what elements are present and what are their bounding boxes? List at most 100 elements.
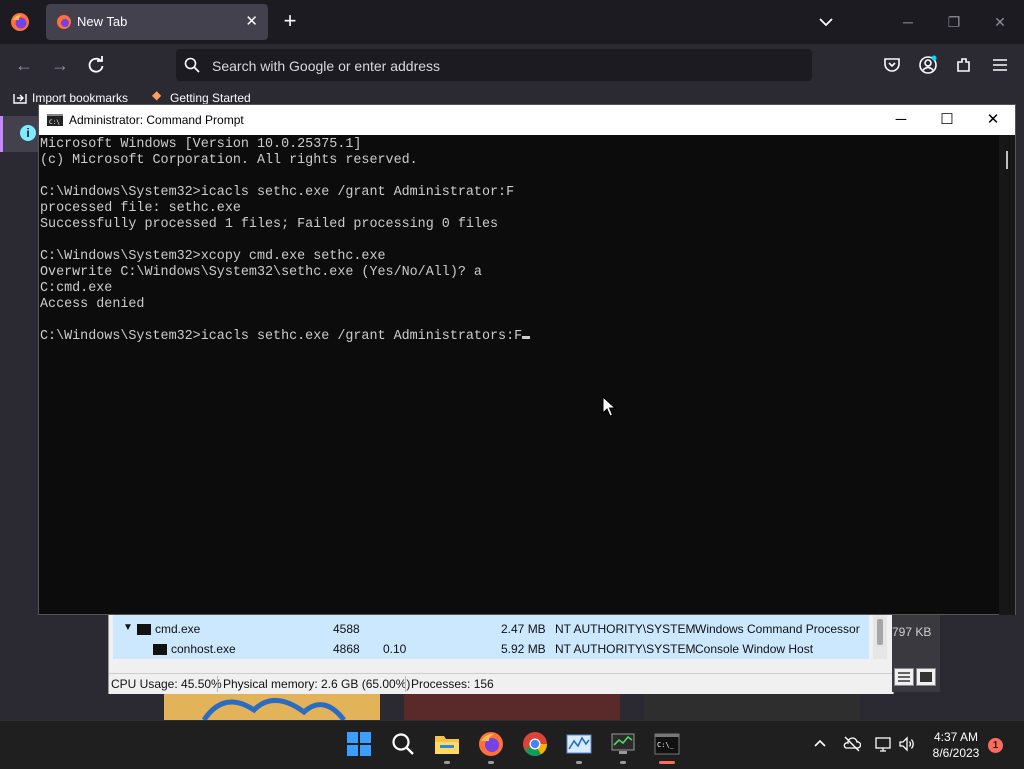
process-list-scrollbar[interactable]	[873, 615, 887, 659]
cmd-minimize-button[interactable]: ─	[891, 110, 911, 130]
process-user: NT AUTHORITY\SYSTEM	[555, 642, 696, 656]
wallpaper-tile	[164, 690, 380, 722]
tab-title: New Tab	[77, 14, 128, 29]
tiles-icon	[920, 672, 932, 682]
process-name: cmd.exe	[155, 622, 201, 636]
notification-badge[interactable]: 1	[988, 738, 1003, 753]
extensions-icon[interactable]	[954, 55, 974, 75]
volume-icon[interactable]	[898, 735, 916, 753]
table-row[interactable]: ▼ cmd.exe 4588 2.47 MB NT AUTHORITY\SYST…	[113, 619, 869, 639]
app-running-indicator	[444, 761, 450, 764]
app-running-indicator	[488, 761, 494, 764]
clock-date[interactable]: 8/6/2023	[926, 746, 986, 760]
physical-memory: Physical memory: 2.6 GB (65.00%)	[223, 677, 411, 691]
command-prompt-icon[interactable]: C:\_	[654, 731, 680, 757]
status-divider	[217, 676, 218, 692]
active-app-indicator	[659, 761, 675, 764]
memory-value: 797 KB	[892, 625, 932, 639]
cmd-app-icon: C:\	[47, 114, 63, 126]
close-button[interactable]: ✕	[990, 12, 1010, 32]
process-name: conhost.exe	[171, 642, 236, 656]
address-bar[interactable]	[176, 49, 812, 81]
process-description: Console Window Host	[695, 642, 814, 656]
console-output[interactable]: Microsoft Windows [Version 10.0.25375.1]…	[39, 135, 999, 615]
pocket-icon[interactable]	[882, 55, 902, 75]
info-icon: i	[20, 125, 36, 141]
wallpaper-tile	[644, 690, 860, 720]
collapse-icon[interactable]: ▼	[123, 622, 133, 633]
console-line: processed file: sethc.exe	[40, 201, 241, 216]
back-arrow-icon[interactable]: ←	[14, 55, 34, 75]
forward-arrow-icon[interactable]: →	[50, 55, 70, 75]
console-line: C:\Windows\System32>icacls sethc.exe /gr…	[40, 185, 515, 200]
search-icon	[184, 57, 200, 73]
browser-navbar: ← →	[0, 44, 1024, 86]
process-count: Processes: 156	[411, 677, 494, 691]
taskbar: C:\_ 4:37 AM 8/6/2023 1	[0, 720, 1024, 769]
console-input-line[interactable]: C:\Windows\System32>icacls sethc.exe /gr…	[40, 329, 531, 344]
firefox-favicon-icon	[57, 15, 71, 29]
mouse-pointer-icon	[602, 396, 616, 417]
cmd-window-title: Administrator: Command Prompt	[69, 113, 244, 127]
console-line: C:cmd.exe	[40, 281, 113, 296]
app-running-indicator	[620, 761, 626, 764]
browser-titlebar: New Tab ✕ + ─ ❐ ✕	[0, 0, 1024, 44]
console-current-command: C:\Windows\System32>icacls sethc.exe /gr…	[40, 329, 523, 344]
wallpaper-pattern	[201, 698, 346, 722]
new-tab-button[interactable]: +	[280, 10, 300, 34]
bookmark-import[interactable]: Import bookmarks	[32, 91, 128, 105]
scrollbar-thumb[interactable]	[877, 619, 883, 645]
onedrive-offline-icon[interactable]	[843, 735, 861, 753]
firefox-icon[interactable]	[478, 731, 504, 757]
tab-close-icon[interactable]: ✕	[245, 12, 258, 30]
console-line: Access denied	[40, 297, 145, 312]
process-description: Windows Command Processor	[695, 622, 860, 636]
search-icon[interactable]	[390, 731, 416, 757]
console-line: (c) Microsoft Corporation. All rights re…	[40, 153, 418, 168]
chevron-down-icon[interactable]	[816, 12, 836, 32]
text-cursor	[522, 336, 531, 339]
status-divider	[405, 676, 406, 692]
console-line: Microsoft Windows [Version 10.0.25375.1]	[40, 137, 362, 152]
windows-start-icon[interactable]	[346, 731, 372, 757]
scrollbar-thumb[interactable]	[1006, 151, 1008, 169]
svg-text:C:\_: C:\_	[657, 741, 675, 749]
console-line: Successfully processed 1 files; Failed p…	[40, 217, 499, 232]
wallpaper-tile	[404, 690, 620, 720]
account-icon[interactable]	[918, 55, 938, 75]
cpu-usage: CPU Usage: 45.50%	[111, 677, 222, 691]
details-view-icon[interactable]	[894, 668, 914, 686]
process-cpu: 0.10	[383, 642, 407, 656]
chevron-up-icon[interactable]	[811, 735, 829, 753]
process-memory: 5.92 MB	[501, 642, 546, 656]
bookmark-getting-started[interactable]: Getting Started	[170, 91, 251, 105]
list-icon	[898, 672, 910, 682]
hamburger-menu-icon[interactable]	[990, 55, 1010, 75]
minimize-button[interactable]: ─	[898, 12, 918, 32]
file-explorer-icon[interactable]	[434, 731, 460, 757]
cmd-maximize-button[interactable]: ☐	[937, 110, 957, 130]
task-manager-statusbar: CPU Usage: 45.50% Physical memory: 2.6 G…	[109, 673, 893, 694]
cmd-scrollbar[interactable]	[999, 135, 1015, 615]
firefox-logo-icon[interactable]	[10, 12, 30, 32]
table-row[interactable]: conhost.exe 4868 0.10 5.92 MB NT AUTHORI…	[113, 639, 869, 659]
task-manager-icon[interactable]	[610, 731, 636, 757]
process-pid: 4588	[333, 622, 360, 636]
conhost-process-icon	[153, 644, 167, 655]
info-banner: i	[0, 116, 43, 152]
reload-icon[interactable]	[86, 55, 106, 75]
bookmark-getting-started-icon: ◆	[152, 88, 162, 102]
cmd-titlebar[interactable]: C:\ Administrator: Command Prompt ─ ☐ ✕	[39, 105, 1015, 135]
network-icon[interactable]	[874, 735, 892, 753]
tiles-view-icon[interactable]	[916, 668, 936, 686]
address-input[interactable]	[210, 55, 794, 77]
chrome-icon[interactable]	[522, 731, 548, 757]
console-line: Overwrite C:\Windows\System32\sethc.exe …	[40, 265, 482, 280]
cmd-close-button[interactable]: ✕	[983, 110, 1003, 130]
tab-new-tab[interactable]: New Tab ✕	[46, 4, 268, 40]
command-prompt-window[interactable]: C:\ Administrator: Command Prompt ─ ☐ ✕ …	[38, 104, 1016, 615]
process-user: NT AUTHORITY\SYSTEM	[555, 622, 696, 636]
clock-time[interactable]: 4:37 AM	[930, 730, 982, 744]
resource-monitor-icon[interactable]	[566, 731, 592, 757]
restore-button[interactable]: ❐	[944, 12, 964, 32]
